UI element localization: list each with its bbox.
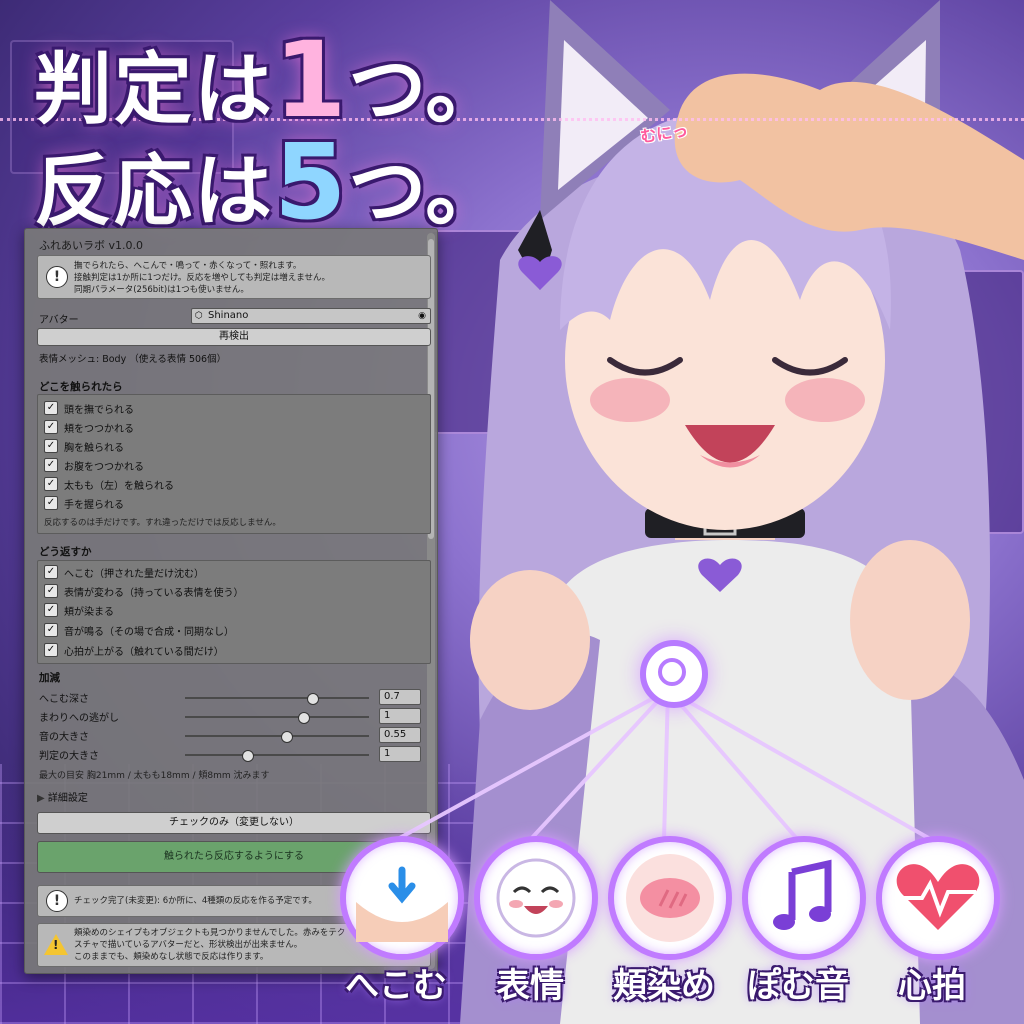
dent-arrow-icon	[356, 866, 448, 942]
reaction-circle-heartbeat	[876, 836, 1000, 960]
connector-line	[666, 688, 800, 842]
reaction-label-expression: 表情	[496, 966, 564, 1006]
reaction-circle-sound	[742, 836, 866, 960]
reaction-label-dent: へこむ	[345, 966, 447, 1006]
touch-hitbox-hub	[640, 640, 708, 708]
reaction-circle-expression	[474, 836, 598, 960]
smiling-face-icon	[496, 858, 576, 938]
connector-line	[662, 689, 670, 841]
reaction-label-blush: 頬染め	[613, 966, 715, 1006]
reaction-label-heartbeat: 心拍	[898, 966, 966, 1006]
music-note-icon	[773, 859, 832, 930]
reaction-circle-dent	[340, 836, 464, 960]
hub-ring-icon	[658, 658, 686, 686]
reaction-label-sound: ぽむ音	[747, 966, 849, 1006]
blush-icon	[626, 854, 714, 942]
connector-line	[667, 688, 933, 842]
connector-line	[395, 688, 669, 842]
connector-line	[528, 688, 670, 842]
reaction-circle-blush	[608, 836, 732, 960]
heartbeat-icon	[896, 864, 980, 930]
